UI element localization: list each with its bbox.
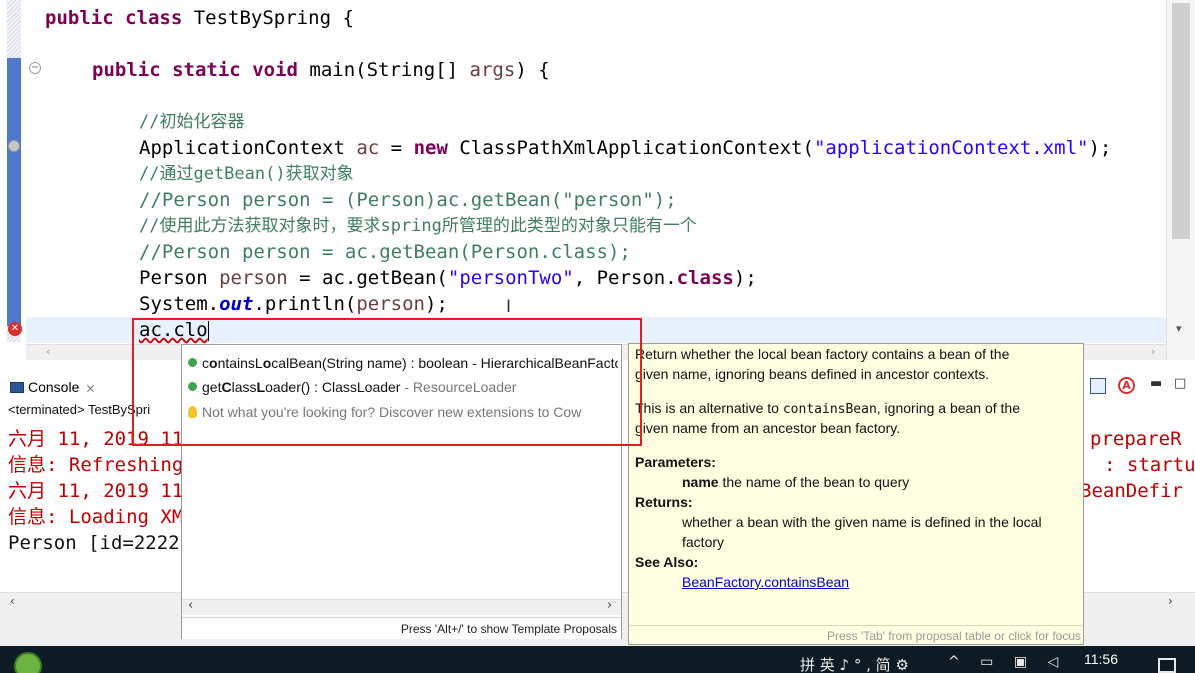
scroll-right-icon[interactable]: › [607, 598, 612, 613]
doc-text: given name, ignoring beans defined in an… [635, 366, 990, 382]
minimize-view-icon[interactable]: ▬ [1150, 376, 1162, 391]
doc-section-heading: Returns: [635, 494, 693, 510]
code-line-println: System.out.println(person); [139, 293, 448, 315]
code-comment-note: //使用此方法获取对象时，要求spring所管理的此类型的对象只能有一个 [139, 216, 697, 236]
code-comment-init: //初始化容器 [139, 112, 245, 132]
scroll-left-icon[interactable]: ‹ [10, 594, 15, 608]
code-line-main-decl: public static void main(String[] args) { [92, 59, 550, 81]
scroll-left-icon[interactable]: ‹ [46, 345, 50, 358]
javadoc-hover[interactable]: Return whether the local bean factory co… [628, 343, 1084, 645]
proposals-horizontal-scrollbar[interactable]: ‹ › [182, 598, 621, 615]
doc-text: This is an alternative to containsBean, … [635, 400, 1021, 417]
text-cursor-icon: I [506, 297, 512, 317]
doc-text: whether a bean with the given name is de… [682, 514, 1042, 530]
code-line-class-decl: public class TestBySpring { [45, 7, 354, 29]
doc-text: given name from an ancestor bean factory… [635, 420, 901, 436]
code-editor[interactable]: − ✕ public class TestBySpring { public s… [0, 0, 1195, 344]
fold-collapse-icon[interactable]: − [29, 62, 41, 74]
doc-section-heading: See Also: [635, 554, 699, 570]
scroll-down-icon[interactable]: ▾ [1176, 322, 1182, 335]
code-comment-person1: //Person person = (Person)ac.getBean("pe… [139, 189, 677, 211]
tab-console[interactable]: Console ⨯ [10, 375, 95, 399]
current-method-bar [7, 58, 21, 326]
notification-icon[interactable] [1158, 658, 1176, 673]
ime-tray[interactable]: 拼 英 ♪ ° , 简 ⚙ [800, 654, 909, 673]
console-line-tail: : startup [1104, 454, 1195, 476]
proposals-footer: Press 'Alt+/' to show Template Proposals [182, 617, 621, 639]
open-console-icon[interactable]: A [1118, 377, 1135, 394]
console-line: 六月 11, 2019 11 [8, 480, 184, 502]
display-selected-console-icon[interactable] [1090, 378, 1106, 394]
scroll-right-icon[interactable]: › [1168, 594, 1173, 608]
editor-vertical-scrollbar[interactable]: ▾ [1166, 0, 1195, 360]
console-line: 信息: Refreshing [8, 454, 184, 476]
console-toolbar: A ▬ □ [1090, 376, 1190, 396]
console-icon [10, 382, 24, 393]
console-line-tail: BeanDefir [1080, 480, 1183, 502]
highlight-annotation-box [132, 318, 642, 446]
warning-marker-icon[interactable] [8, 140, 20, 152]
code-line-context: ApplicationContext ac = new ClassPathXml… [139, 137, 1112, 159]
terminated-label: <terminated> TestBySpri [8, 402, 151, 417]
doc-section-heading: Parameters: [635, 454, 716, 470]
close-tab-icon[interactable]: ⨯ [85, 381, 95, 395]
doc-text: factory [682, 534, 725, 550]
doc-param: name the name of the bean to query [682, 474, 910, 490]
console-line-tail: prepareR [1090, 428, 1182, 450]
scroll-left-icon[interactable]: ‹ [188, 598, 193, 613]
windows-taskbar: 拼 英 ♪ ° , 简 ⚙ ^ ▭ ▣ ◁ 11:56 [0, 646, 1195, 673]
code-comment-getbean: //通过getBean()获取对象 [139, 164, 354, 184]
clock-time[interactable]: 11:56 [1084, 651, 1118, 667]
doc-text: Return whether the local bean factory co… [635, 346, 1010, 362]
console-line: 信息: Loading XM [8, 506, 184, 528]
maximize-view-icon[interactable]: □ [1174, 376, 1186, 391]
spring-tool-suite-icon[interactable] [14, 652, 42, 673]
tray-icons[interactable]: ^ ▭ ▣ ◁ [948, 654, 1066, 670]
console-line: Person [id=2222 [8, 532, 180, 554]
error-marker-icon[interactable]: ✕ [8, 322, 22, 336]
scroll-thumb[interactable] [1172, 3, 1190, 239]
code-line-person: Person person = ac.getBean("personTwo", … [139, 267, 757, 289]
see-also-link[interactable]: BeanFactory.containsBean [682, 572, 849, 592]
code-comment-person2: //Person person = ac.getBean(Person.clas… [139, 241, 631, 263]
javadoc-footer: Press 'Tab' from proposal table or click… [629, 625, 1083, 645]
scroll-right-icon[interactable]: › [1151, 345, 1155, 358]
